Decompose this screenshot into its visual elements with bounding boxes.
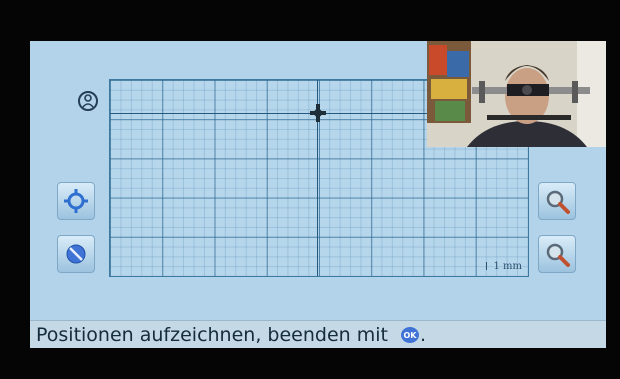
zoom-out-icon <box>546 243 570 267</box>
crosshair-marker-icon <box>310 104 326 122</box>
status-suffix: . <box>420 324 427 346</box>
status-bar: Positionen aufzeichnen, beenden mit OK . <box>30 320 606 348</box>
ok-glyph-text: OK <box>404 331 418 340</box>
scale-indicator: 1 mm <box>486 261 522 272</box>
zoom-in-icon <box>546 190 570 214</box>
scale-label: 1 mm <box>493 261 522 272</box>
device-screen: 1 mm Positionen aufzeichnen, beenden mit… <box>30 41 606 348</box>
zoom-out-button[interactable] <box>538 235 576 273</box>
scale-bar <box>486 262 488 270</box>
center-target-button[interactable] <box>57 182 95 220</box>
zoom-in-button[interactable] <box>538 182 576 220</box>
ok-button-icon: OK <box>401 327 420 343</box>
camera-preview-image <box>427 41 606 147</box>
stop-button[interactable] <box>57 235 95 273</box>
center-target-icon <box>64 189 88 213</box>
no-entry-icon <box>66 244 86 264</box>
user-circle-icon[interactable] <box>76 89 100 113</box>
camera-preview <box>427 41 606 147</box>
status-text: Positionen aufzeichnen, beenden mit <box>36 324 388 346</box>
